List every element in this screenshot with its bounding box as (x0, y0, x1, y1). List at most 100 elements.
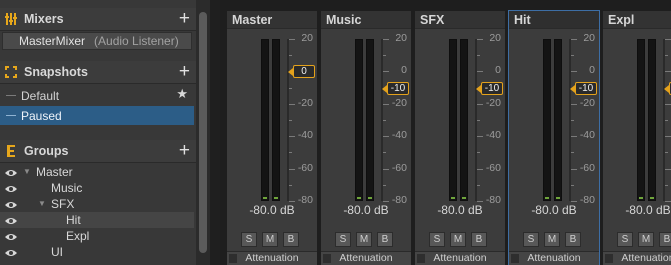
scale-minor-tick (289, 184, 292, 186)
scale-label: 0 (589, 64, 595, 77)
eye-icon[interactable] (4, 199, 18, 209)
channel-name: Music (321, 11, 411, 29)
scale-label: -60 (391, 161, 407, 174)
attenuation-effect-slot[interactable]: Attenuation (321, 251, 411, 265)
add-snapshot-button[interactable]: + (179, 62, 190, 81)
snapshots-title: Snapshots (24, 65, 88, 79)
attenuation-fader-handle[interactable]: 0 (288, 65, 315, 79)
groups-header: Groups + (0, 140, 196, 163)
scale-minor-tick (383, 184, 386, 186)
groups-title: Groups (24, 144, 69, 158)
scale-minor-tick (383, 152, 386, 154)
mute-button[interactable]: M (262, 232, 278, 247)
scale-label: 20 (395, 32, 407, 44)
group-label: Hit (66, 213, 81, 227)
solo-button[interactable]: S (523, 232, 539, 247)
attenuation-effect-slot[interactable]: Attenuation (415, 251, 505, 265)
snapshot-label: Default (21, 88, 60, 103)
scale-minor-tick (383, 55, 386, 57)
star-icon[interactable]: ★ (176, 86, 188, 102)
solo-button[interactable]: S (617, 232, 633, 247)
channel-strip-music[interactable]: Music 20 0 -20 -40 -60 -80 -10 -80.0 dB S M B Attenu… (321, 11, 411, 265)
eye-icon[interactable] (4, 167, 18, 177)
level-meter-left (355, 39, 363, 201)
attenuation-effect-slot[interactable]: Attenuation (603, 251, 671, 265)
level-readout: -80.0 dB (437, 203, 483, 217)
eye-icon[interactable] (4, 183, 18, 193)
attenuation-effect-slot[interactable]: Attenuation (227, 251, 317, 265)
group-label: Expl (66, 229, 90, 243)
level-meter-right (460, 39, 468, 201)
scale-label: 20 (301, 32, 313, 44)
attenuation-fader-handle[interactable]: -10 (476, 81, 503, 95)
channel-strips-area: Master 20 -20 -40 -60 -80 0 -80.0 dB S M B Attenuat… (222, 0, 671, 265)
level-readout: -80.0 dB (625, 203, 671, 217)
effect-toggle-icon[interactable] (229, 254, 237, 263)
scale-label: -20 (579, 96, 595, 109)
snapshot-label: Paused (21, 108, 62, 123)
eye-icon[interactable] (4, 215, 18, 225)
eye-icon[interactable] (4, 247, 18, 257)
channel-strip-master[interactable]: Master 20 -20 -40 -60 -80 0 -80.0 dB S M B Attenuat… (227, 11, 317, 265)
attenuation-fader-handle[interactable]: -10 (570, 81, 597, 95)
attenuation-effect-slot[interactable]: Attenuation (509, 251, 599, 265)
add-mixer-button[interactable]: + (179, 9, 190, 28)
eye-icon[interactable] (4, 231, 18, 241)
effect-toggle-icon[interactable] (605, 254, 613, 263)
mixer-sliders-icon (5, 13, 17, 25)
bypass-button[interactable]: B (377, 232, 393, 247)
mute-button[interactable]: M (544, 232, 560, 247)
sidebar-scrollbar-thumb[interactable] (199, 12, 207, 253)
scale-label: 0 (665, 64, 671, 76)
effect-toggle-icon[interactable] (323, 254, 331, 263)
scale-label: -40 (665, 129, 671, 141)
scale-label: 20 (489, 32, 501, 44)
add-group-button[interactable]: + (179, 141, 190, 160)
scale-minor-tick (571, 55, 574, 57)
expand-triangle-icon[interactable]: ▼ (23, 167, 31, 176)
snapshot-item-paused[interactable]: Paused (0, 106, 194, 125)
effect-toggle-icon[interactable] (417, 254, 425, 263)
snapshots-header: Snapshots + (0, 61, 196, 84)
attenuation-label: Attenuation (527, 252, 581, 264)
expand-triangle-icon[interactable]: ▼ (38, 199, 46, 208)
bypass-button[interactable]: B (659, 232, 671, 247)
attenuation-fader-handle[interactable]: -10 (382, 81, 409, 95)
scale-label: 0 (401, 64, 407, 77)
channel-name: Hit (509, 11, 599, 29)
channel-strip-expl[interactable]: Expl200-20-40-60-80-10-80.0 dBSMBAttenua… (603, 11, 671, 265)
channel-strip-sfx[interactable]: SFX 20 0 -20 -40 -60 -80 -10 -80.0 dB S M B Attenuat… (415, 11, 505, 265)
mute-button[interactable]: M (356, 232, 372, 247)
solo-button[interactable]: S (429, 232, 445, 247)
group-item-master[interactable]: ▼ Master (0, 164, 194, 180)
mute-button[interactable]: M (638, 232, 654, 247)
bypass-button[interactable]: B (471, 232, 487, 247)
level-readout: -80.0 dB (531, 203, 577, 217)
scale-label: -40 (485, 129, 501, 142)
level-meter-left (261, 39, 269, 201)
group-item-ui[interactable]: UI (0, 244, 194, 260)
scale-label: -40 (579, 129, 595, 142)
group-item-hit[interactable]: Hit (0, 212, 194, 228)
level-meter-right (648, 39, 656, 201)
scale-minor-tick (477, 184, 480, 186)
group-item-expl[interactable]: Expl (0, 228, 194, 244)
mute-button[interactable]: M (450, 232, 466, 247)
channel-strip-hit[interactable]: Hit 20 0 -20 -40 -60 -80 -10 -80.0 dB S M B Attenuat… (508, 10, 600, 265)
effect-toggle-icon[interactable] (511, 254, 519, 263)
group-item-music[interactable]: Music (0, 180, 194, 196)
bypass-button[interactable]: B (283, 232, 299, 247)
mixer-output-label: (Audio Listener) (94, 34, 179, 48)
solo-button[interactable]: S (241, 232, 257, 247)
group-item-sfx[interactable]: ▼ SFX (0, 196, 194, 212)
bypass-button[interactable]: B (565, 232, 581, 247)
solo-button[interactable]: S (335, 232, 351, 247)
snapshot-item-default[interactable]: Default ★ (0, 86, 194, 105)
mixer-item-mastermixer[interactable]: MasterMixer (Audio Listener) (2, 32, 192, 50)
scale-label: -60 (485, 161, 501, 174)
scale-minor-tick (289, 87, 292, 89)
mixers-header: Mixers + (0, 8, 196, 31)
scale-minor-tick (571, 120, 574, 121)
scale-label: -40 (297, 129, 313, 142)
scale-label: -40 (391, 129, 407, 142)
